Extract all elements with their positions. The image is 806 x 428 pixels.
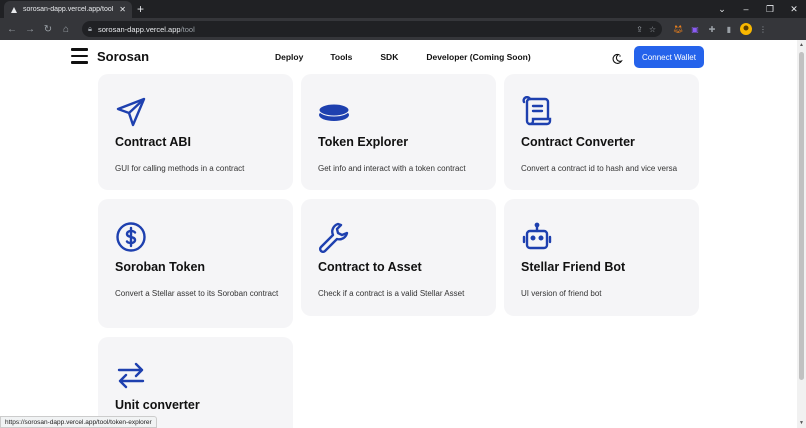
share-icon[interactable]: ⇪ [636, 25, 643, 34]
nav-link-deploy[interactable]: Deploy [275, 52, 303, 62]
back-icon[interactable]: ← [4, 21, 20, 37]
main-nav: Deploy Tools SDK Developer (Coming Soon) [275, 52, 531, 62]
scrollbar-thumb[interactable] [799, 52, 804, 380]
close-window-icon[interactable]: ✕ [782, 0, 806, 18]
card-title: Unit converter [115, 398, 200, 412]
extensions-puzzle-icon[interactable]: ✚ [706, 23, 718, 35]
tool-card-soroban-token[interactable]: Soroban Token Convert a Stellar asset to… [98, 199, 293, 328]
reload-icon[interactable]: ↻ [40, 21, 56, 37]
window-controls: ⌄ – ❐ ✕ [710, 0, 806, 18]
lock-icon: 🔒︎ [88, 24, 92, 33]
address-bar[interactable]: 🔒︎ sorosan-dapp.vercel.app/tool ⇪ ☆ [82, 21, 662, 37]
scroll-icon [521, 96, 553, 128]
card-title: Token Explorer [318, 135, 409, 149]
tab-close-icon[interactable]: ✕ [119, 5, 126, 14]
side-panel-icon[interactable]: ▮ [723, 23, 735, 35]
extension-icon[interactable]: ▣ [689, 23, 701, 35]
card-title: Contract to Asset [318, 260, 422, 274]
send-icon [115, 96, 147, 128]
card-description: Check if a contract is a valid Stellar A… [318, 289, 465, 298]
connect-wallet-button[interactable]: Connect Wallet [634, 46, 704, 68]
url-path: /tool [180, 24, 195, 34]
url-host: sorosan-dapp.vercel.app [98, 24, 181, 34]
coin-stack-icon [318, 96, 350, 128]
scroll-down-icon[interactable]: ▼ [798, 420, 805, 426]
tool-card-contract-converter[interactable]: Contract Converter Convert a contract id… [504, 74, 699, 190]
site-header: Sorosan Deploy Tools SDK Developer (Comi… [0, 40, 797, 74]
tab-title: sorosan-dapp.vercel.app/tool [23, 6, 114, 13]
nav-link-sdk[interactable]: SDK [380, 52, 398, 62]
page-viewport: Sorosan Deploy Tools SDK Developer (Comi… [0, 40, 797, 428]
card-description: Convert a Stellar asset to its Soroban c… [115, 289, 279, 298]
card-title: Contract Converter [521, 135, 635, 149]
browser-menu-icon[interactable]: ⋮ [757, 23, 769, 35]
browser-toolbar: ← → ↻ ⌂ 🔒︎ sorosan-dapp.vercel.app/tool … [0, 18, 806, 40]
brand-logo-text[interactable]: Sorosan [97, 49, 149, 64]
nav-link-tools[interactable]: Tools [330, 52, 352, 62]
link-status-bar: https://sorosan-dapp.vercel.app/tool/tok… [0, 416, 157, 428]
card-description: UI version of friend bot [521, 289, 602, 298]
browser-tab[interactable]: sorosan-dapp.vercel.app/tool ✕ [4, 1, 132, 18]
card-description: Get info and interact with a token contr… [318, 164, 466, 173]
site-favicon-icon [10, 6, 18, 14]
tab-search-icon[interactable]: ⌄ [710, 0, 734, 18]
nav-link-developer[interactable]: Developer (Coming Soon) [426, 52, 530, 62]
tool-card-stellar-friend-bot[interactable]: Stellar Friend Bot UI version of friend … [504, 199, 699, 316]
card-description: Convert a contract id to hash and vice v… [521, 164, 678, 173]
dollar-circle-icon [115, 221, 147, 253]
arrows-exchange-icon [115, 359, 147, 391]
page-scrollbar[interactable]: ▲ ▼ [797, 40, 806, 428]
extensions-area: 🦊︎ ▣ ✚ ▮ ⋮ [672, 23, 769, 35]
new-tab-icon[interactable]: + [137, 2, 144, 16]
robot-icon [521, 221, 553, 253]
wrench-icon [318, 221, 350, 254]
tool-card-contract-abi[interactable]: Contract ABI GUI for calling methods in … [98, 74, 293, 190]
forward-icon[interactable]: → [22, 21, 38, 37]
bookmark-star-icon[interactable]: ☆ [649, 25, 656, 34]
theme-toggle-icon[interactable] [611, 52, 623, 64]
hamburger-menu-icon[interactable] [71, 48, 88, 64]
tool-card-unit-converter[interactable]: Unit converter [98, 337, 293, 428]
card-title: Contract ABI [115, 135, 191, 149]
restore-icon[interactable]: ❐ [758, 0, 782, 18]
scroll-up-icon[interactable]: ▲ [798, 42, 805, 48]
home-icon[interactable]: ⌂ [58, 21, 74, 37]
tool-card-token-explorer[interactable]: Token Explorer Get info and interact wit… [301, 74, 496, 190]
tool-card-contract-to-asset[interactable]: Contract to Asset Check if a contract is… [301, 199, 496, 316]
card-title: Stellar Friend Bot [521, 260, 626, 274]
card-description: GUI for calling methods in a contract [115, 164, 245, 173]
minimize-icon[interactable]: – [734, 0, 758, 18]
card-title: Soroban Token [115, 260, 206, 274]
profile-avatar[interactable] [740, 23, 752, 35]
browser-tab-bar: sorosan-dapp.vercel.app/tool ✕ + ⌄ – ❐ ✕ [0, 0, 806, 18]
metamask-extension-icon[interactable]: 🦊︎ [672, 23, 684, 35]
